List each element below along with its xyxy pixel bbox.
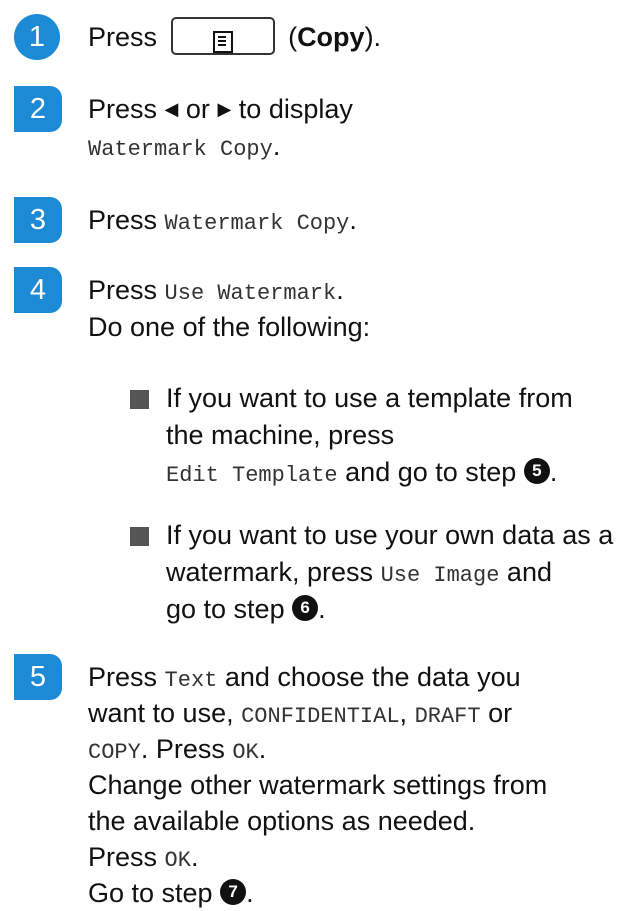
step-reference-badge: 6 (292, 594, 319, 621)
step-number-badge: 5 (14, 654, 62, 700)
step-text: Press ◀ or ▶ to display (88, 94, 353, 124)
menu-option-watermark-copy: Watermark Copy (164, 211, 350, 236)
step-number-badge: 2 (14, 86, 62, 132)
menu-option-text: Text (164, 668, 218, 693)
left-arrow-icon: ◀ (164, 99, 179, 119)
menu-option-use-watermark: Use Watermark (164, 281, 337, 306)
menu-option-use-image: Use Image (380, 563, 500, 588)
step-instruction: Do one of the following: (88, 312, 371, 342)
right-arrow-icon: ▶ (217, 99, 232, 119)
bullet-text: If you want to use your own data as a (166, 520, 614, 550)
step-number-badge: 1 (14, 14, 60, 60)
bullet-text: If you want to use a template from (166, 383, 573, 413)
ok-option: OK (232, 740, 259, 765)
menu-option-watermark-copy: Watermark Copy (88, 137, 273, 162)
step-text: Press Use Watermark. (88, 275, 344, 306)
step-number-badge: 4 (14, 267, 62, 313)
step-reference-badge: 5 (523, 457, 550, 484)
option-copy: COPY (88, 740, 141, 765)
copy-label: Copy (297, 22, 365, 52)
copy-icon (212, 30, 233, 53)
step-text: Press Watermark Copy. (88, 205, 357, 236)
bullet-square-icon (130, 527, 149, 546)
ok-option: OK (164, 848, 191, 873)
option-draft: DRAFT (414, 704, 481, 729)
option-confidential: CONFIDENTIAL (241, 704, 400, 729)
bullet-square-icon (130, 390, 149, 409)
step-text: Press (Copy). (88, 16, 381, 58)
bullet-text: the machine, press (166, 420, 395, 450)
step-reference-badge: 7 (220, 878, 247, 905)
menu-option-edit-template: Edit Template (166, 463, 338, 488)
copy-key-button[interactable] (170, 16, 275, 55)
step-number-badge: 3 (14, 197, 62, 243)
